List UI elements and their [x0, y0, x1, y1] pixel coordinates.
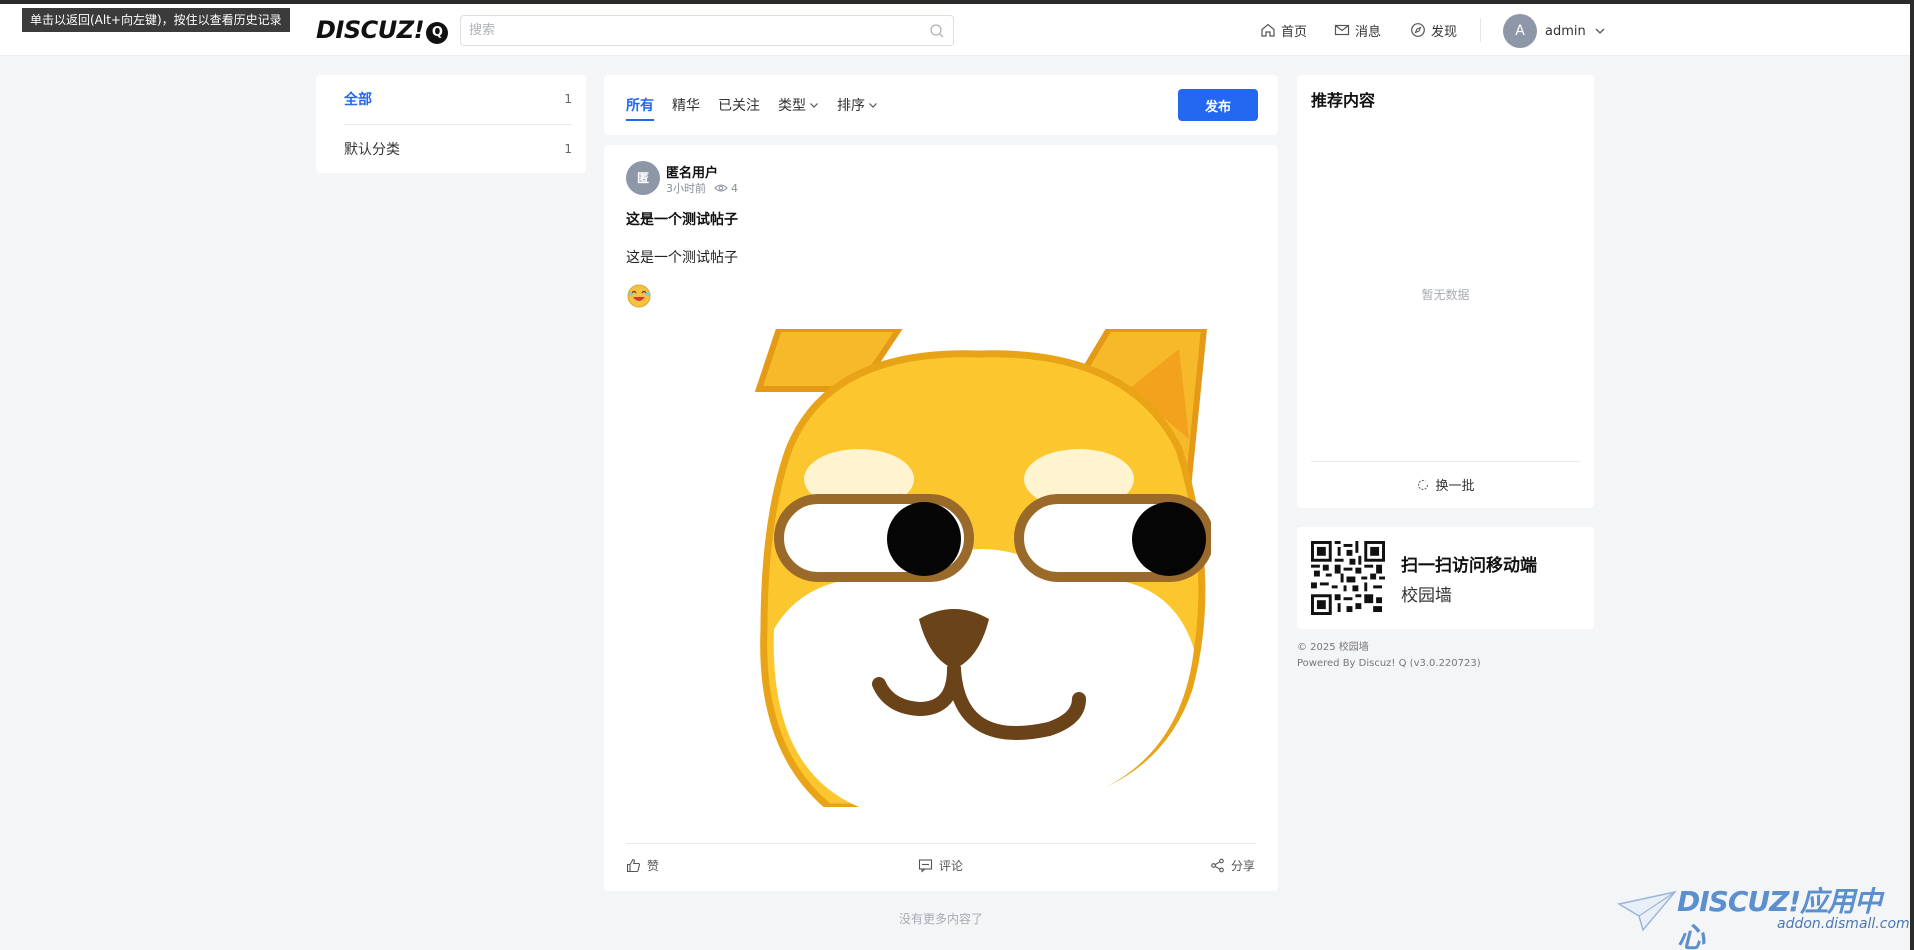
recommend-empty: 暂无数据 — [1421, 288, 1470, 302]
post-time: 3小时前 — [666, 182, 706, 195]
watermark-url: addon.dismall.com — [1777, 916, 1910, 932]
publish-button[interactable]: 发布 — [1178, 89, 1258, 121]
tab-featured[interactable]: 精华 — [672, 75, 700, 135]
search-icon[interactable] — [929, 23, 945, 39]
category-count: 1 — [564, 142, 572, 156]
user-name: admin — [1545, 23, 1586, 39]
chevron-down-icon — [1595, 28, 1605, 34]
category-count: 1 — [564, 92, 572, 106]
post-author-name[interactable]: 匿名用户 — [666, 162, 718, 181]
laughing-emoji-icon — [627, 284, 651, 308]
nav-home[interactable]: 首页 — [1260, 4, 1307, 56]
category-label: 全部 — [344, 92, 372, 108]
recommend-panel: 推荐内容 暂无数据 换一批 — [1297, 75, 1594, 508]
search-input[interactable] — [461, 16, 901, 45]
tab-type[interactable]: 类型 — [778, 75, 819, 135]
share-icon — [1211, 858, 1224, 873]
home-icon — [1261, 23, 1275, 37]
feed-tabs-panel: 所有 精华 已关注 类型 排序 发布 — [604, 75, 1278, 135]
category-panel: 全部 1 默认分类 1 — [316, 75, 586, 173]
site-footer: © 2025 校园墙 Powered By Discuz! Q (v3.0.22… — [1297, 640, 1481, 672]
post-body: 这是一个测试帖子 — [626, 250, 738, 266]
recommend-divider — [1311, 461, 1580, 462]
comment-icon — [918, 859, 933, 873]
user-menu[interactable]: A admin — [1503, 14, 1606, 48]
like-button[interactable]: 赞 — [626, 857, 659, 874]
discuz-logo[interactable]: DISCUZ! Q — [316, 16, 449, 44]
share-button[interactable]: 分享 — [1210, 857, 1255, 874]
refresh-button[interactable]: 换一批 — [1297, 475, 1594, 494]
qr-code[interactable] — [1311, 541, 1385, 615]
shiba-dog-image — [749, 329, 1211, 807]
thumbs-up-icon — [626, 858, 641, 873]
tab-sort[interactable]: 排序 — [837, 75, 878, 135]
no-more-content: 没有更多内容了 — [898, 912, 983, 926]
tab-all[interactable]: 所有 — [626, 75, 654, 135]
like-label: 赞 — [647, 859, 660, 873]
recommend-title: 推荐内容 — [1311, 91, 1376, 110]
copyright-text: © 2025 校园墙 — [1297, 642, 1369, 653]
nav-home-label: 首页 — [1281, 24, 1308, 40]
chevron-down-icon — [869, 103, 877, 108]
qr-panel: 扫一扫访问移动端 校园墙 — [1297, 527, 1594, 629]
tab-following[interactable]: 已关注 — [718, 75, 760, 135]
comment-label: 评论 — [939, 859, 964, 873]
search-box[interactable] — [460, 15, 954, 46]
compass-icon — [1411, 23, 1425, 37]
qr-title: 扫一扫访问移动端 — [1401, 556, 1537, 576]
post-image[interactable] — [749, 329, 1211, 807]
nav-messages-label: 消息 — [1355, 24, 1382, 40]
post-title[interactable]: 这是一个测试帖子 — [626, 209, 738, 229]
logo-q-mark: Q — [426, 22, 449, 44]
qr-subtitle: 校园墙 — [1401, 586, 1452, 606]
post-card[interactable]: 匿 匿名用户 3小时前 4 这是一个测试帖子 这是一个测试帖子 赞 评论 分享 — [604, 145, 1278, 891]
comment-button[interactable]: 评论 — [918, 857, 963, 874]
nav-discover-label: 发现 — [1431, 24, 1458, 40]
chevron-down-icon — [810, 103, 818, 108]
post-divider — [626, 843, 1256, 844]
mail-icon — [1334, 24, 1350, 36]
nav-discover[interactable]: 发现 — [1410, 4, 1457, 56]
share-label: 分享 — [1231, 859, 1256, 873]
back-tooltip: 单击以返回(Alt+向左键)，按住以查看历史记录 — [22, 8, 290, 32]
paper-plane-icon — [1617, 890, 1677, 932]
nav-messages[interactable]: 消息 — [1334, 4, 1381, 56]
powered-by-text[interactable]: Powered By Discuz! Q (v3.0.220723) — [1297, 656, 1481, 672]
category-label: 默认分类 — [344, 142, 400, 158]
post-meta: 3小时前 4 — [666, 180, 738, 196]
refresh-icon — [1418, 479, 1429, 490]
refresh-label: 换一批 — [1435, 479, 1475, 494]
discuz-watermark: DISCUZ!应用中心 addon.dismall.com — [1617, 884, 1910, 950]
post-author-avatar[interactable]: 匿 — [626, 161, 660, 195]
category-default[interactable]: 默认分类 1 — [344, 125, 572, 173]
user-avatar[interactable]: A — [1503, 14, 1537, 48]
eye-icon — [714, 184, 728, 192]
post-views: 4 — [731, 181, 738, 195]
category-all[interactable]: 全部 1 — [344, 75, 572, 123]
scrollbar[interactable] — [1910, 0, 1914, 950]
nav-separator — [1480, 18, 1481, 42]
